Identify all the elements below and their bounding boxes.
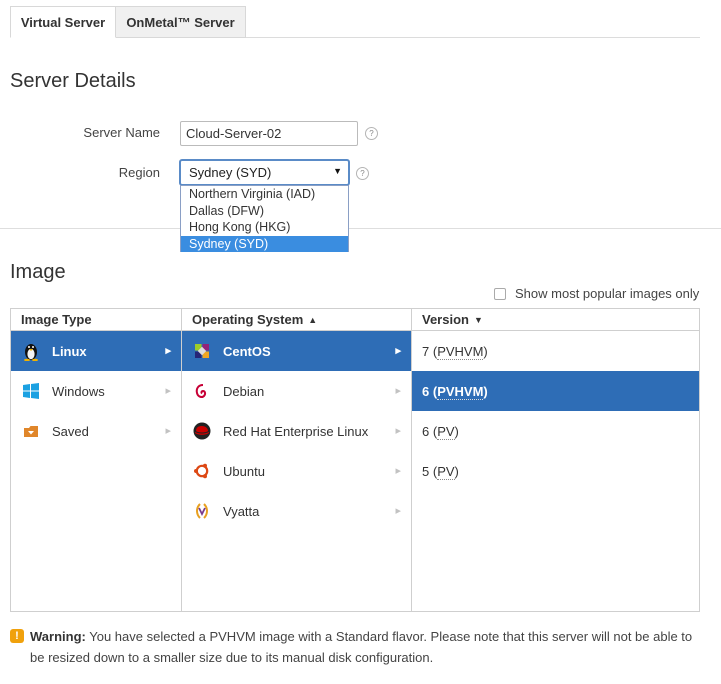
- chevron-right-icon: ▸: [395, 425, 401, 437]
- redhat-icon: [192, 421, 212, 441]
- image-type-label: Linux: [52, 343, 87, 359]
- version-row[interactable]: 6 (PV): [412, 411, 699, 451]
- os-row-ubuntu[interactable]: Ubuntu ▸: [182, 451, 411, 491]
- centos-icon: [192, 341, 212, 361]
- region-option[interactable]: Dallas (DFW): [181, 203, 348, 220]
- chevron-right-icon: ▸: [395, 505, 401, 517]
- server-name-label: Server Name: [83, 125, 160, 140]
- os-row-centos[interactable]: CentOS ▸: [182, 331, 411, 371]
- region-option[interactable]: Northern Virginia (IAD): [181, 186, 348, 203]
- ubuntu-icon: [192, 461, 212, 481]
- popular-images-checkbox[interactable]: [494, 287, 506, 300]
- operating-system-header[interactable]: Operating System ▲: [192, 312, 317, 327]
- region-dropdown-list: Northern Virginia (IAD) Dallas (DFW) Hon…: [180, 185, 349, 252]
- version-row[interactable]: 5 (PV): [412, 451, 699, 491]
- os-row-vyatta[interactable]: Vyatta ▸: [182, 491, 411, 531]
- penguin-icon: [21, 341, 41, 361]
- server-name-input[interactable]: Cloud-Server-02: [180, 121, 358, 146]
- image-type-row-windows[interactable]: Windows ▸: [11, 371, 181, 411]
- server-name-help-icon[interactable]: ?: [365, 127, 378, 140]
- version-header-label: Version: [422, 312, 469, 327]
- version-label: 7 (PVHVM): [422, 343, 488, 360]
- operating-system-header-label: Operating System: [192, 312, 304, 327]
- region-select[interactable]: Sydney (SYD) ▼: [179, 159, 350, 186]
- os-label: Debian: [223, 383, 265, 399]
- version-header[interactable]: Version ▼: [422, 312, 483, 327]
- os-label: CentOS: [223, 343, 271, 359]
- chevron-right-icon: ▸: [165, 345, 171, 357]
- image-type-row-linux[interactable]: Linux ▸: [11, 331, 181, 371]
- version-label: 6 (PVHVM): [422, 383, 488, 400]
- popular-images-toggle[interactable]: Show most popular images only: [494, 286, 699, 301]
- saved-icon: [21, 421, 41, 441]
- image-type-header-label: Image Type: [21, 312, 92, 327]
- chevron-right-icon: ▸: [395, 345, 401, 357]
- windows-icon: [21, 381, 41, 401]
- region-option-selected[interactable]: Sydney (SYD): [181, 235, 348, 252]
- image-selection-table: Image Type Operating System ▲ Version ▼ …: [10, 308, 700, 612]
- warning-message: Warning: You have selected a PVHVM image…: [30, 626, 710, 668]
- tab-onmetal-server[interactable]: OnMetal™ Server: [116, 6, 246, 38]
- image-heading: Image: [10, 261, 66, 283]
- version-label: 6 (PV): [422, 423, 459, 440]
- os-label: Vyatta: [223, 503, 260, 519]
- os-label: Ubuntu: [223, 463, 265, 479]
- os-row-redhat[interactable]: Red Hat Enterprise Linux ▸: [182, 411, 411, 451]
- image-type-label: Windows: [52, 383, 105, 399]
- region-label: Region: [118, 165, 160, 180]
- version-label: 5 (PV): [422, 463, 459, 480]
- chevron-right-icon: ▸: [395, 465, 401, 477]
- tab-virtual-server[interactable]: Virtual Server: [10, 6, 116, 38]
- version-row-selected[interactable]: 6 (PVHVM): [412, 371, 699, 411]
- debian-icon: [192, 381, 212, 401]
- sort-ascending-icon: ▲: [308, 314, 318, 325]
- warning-body: You have selected a PVHVM image with a S…: [30, 629, 693, 665]
- version-row[interactable]: 7 (PVHVM): [412, 331, 699, 371]
- server-details-heading: Server Details: [10, 70, 136, 92]
- chevron-right-icon: ▸: [165, 385, 171, 397]
- section-divider: [0, 228, 721, 229]
- region-option[interactable]: Hong Kong (HKG): [181, 219, 348, 236]
- sort-descending-icon: ▼: [473, 314, 483, 325]
- os-label: Red Hat Enterprise Linux: [223, 423, 369, 439]
- chevron-right-icon: ▸: [165, 425, 171, 437]
- image-type-label: Saved: [52, 423, 89, 439]
- popular-images-label: Show most popular images only: [515, 286, 700, 301]
- region-selected-value: Sydney (SYD): [189, 165, 272, 180]
- image-type-header: Image Type: [21, 312, 92, 327]
- region-help-icon[interactable]: ?: [356, 167, 369, 180]
- image-type-row-saved[interactable]: Saved ▸: [11, 411, 181, 451]
- chevron-right-icon: ▸: [395, 385, 401, 397]
- warning-title: Warning:: [30, 629, 86, 644]
- warning-icon: !: [10, 629, 24, 643]
- chevron-down-icon: ▼: [333, 166, 342, 176]
- os-row-debian[interactable]: Debian ▸: [182, 371, 411, 411]
- vyatta-icon: [192, 501, 212, 521]
